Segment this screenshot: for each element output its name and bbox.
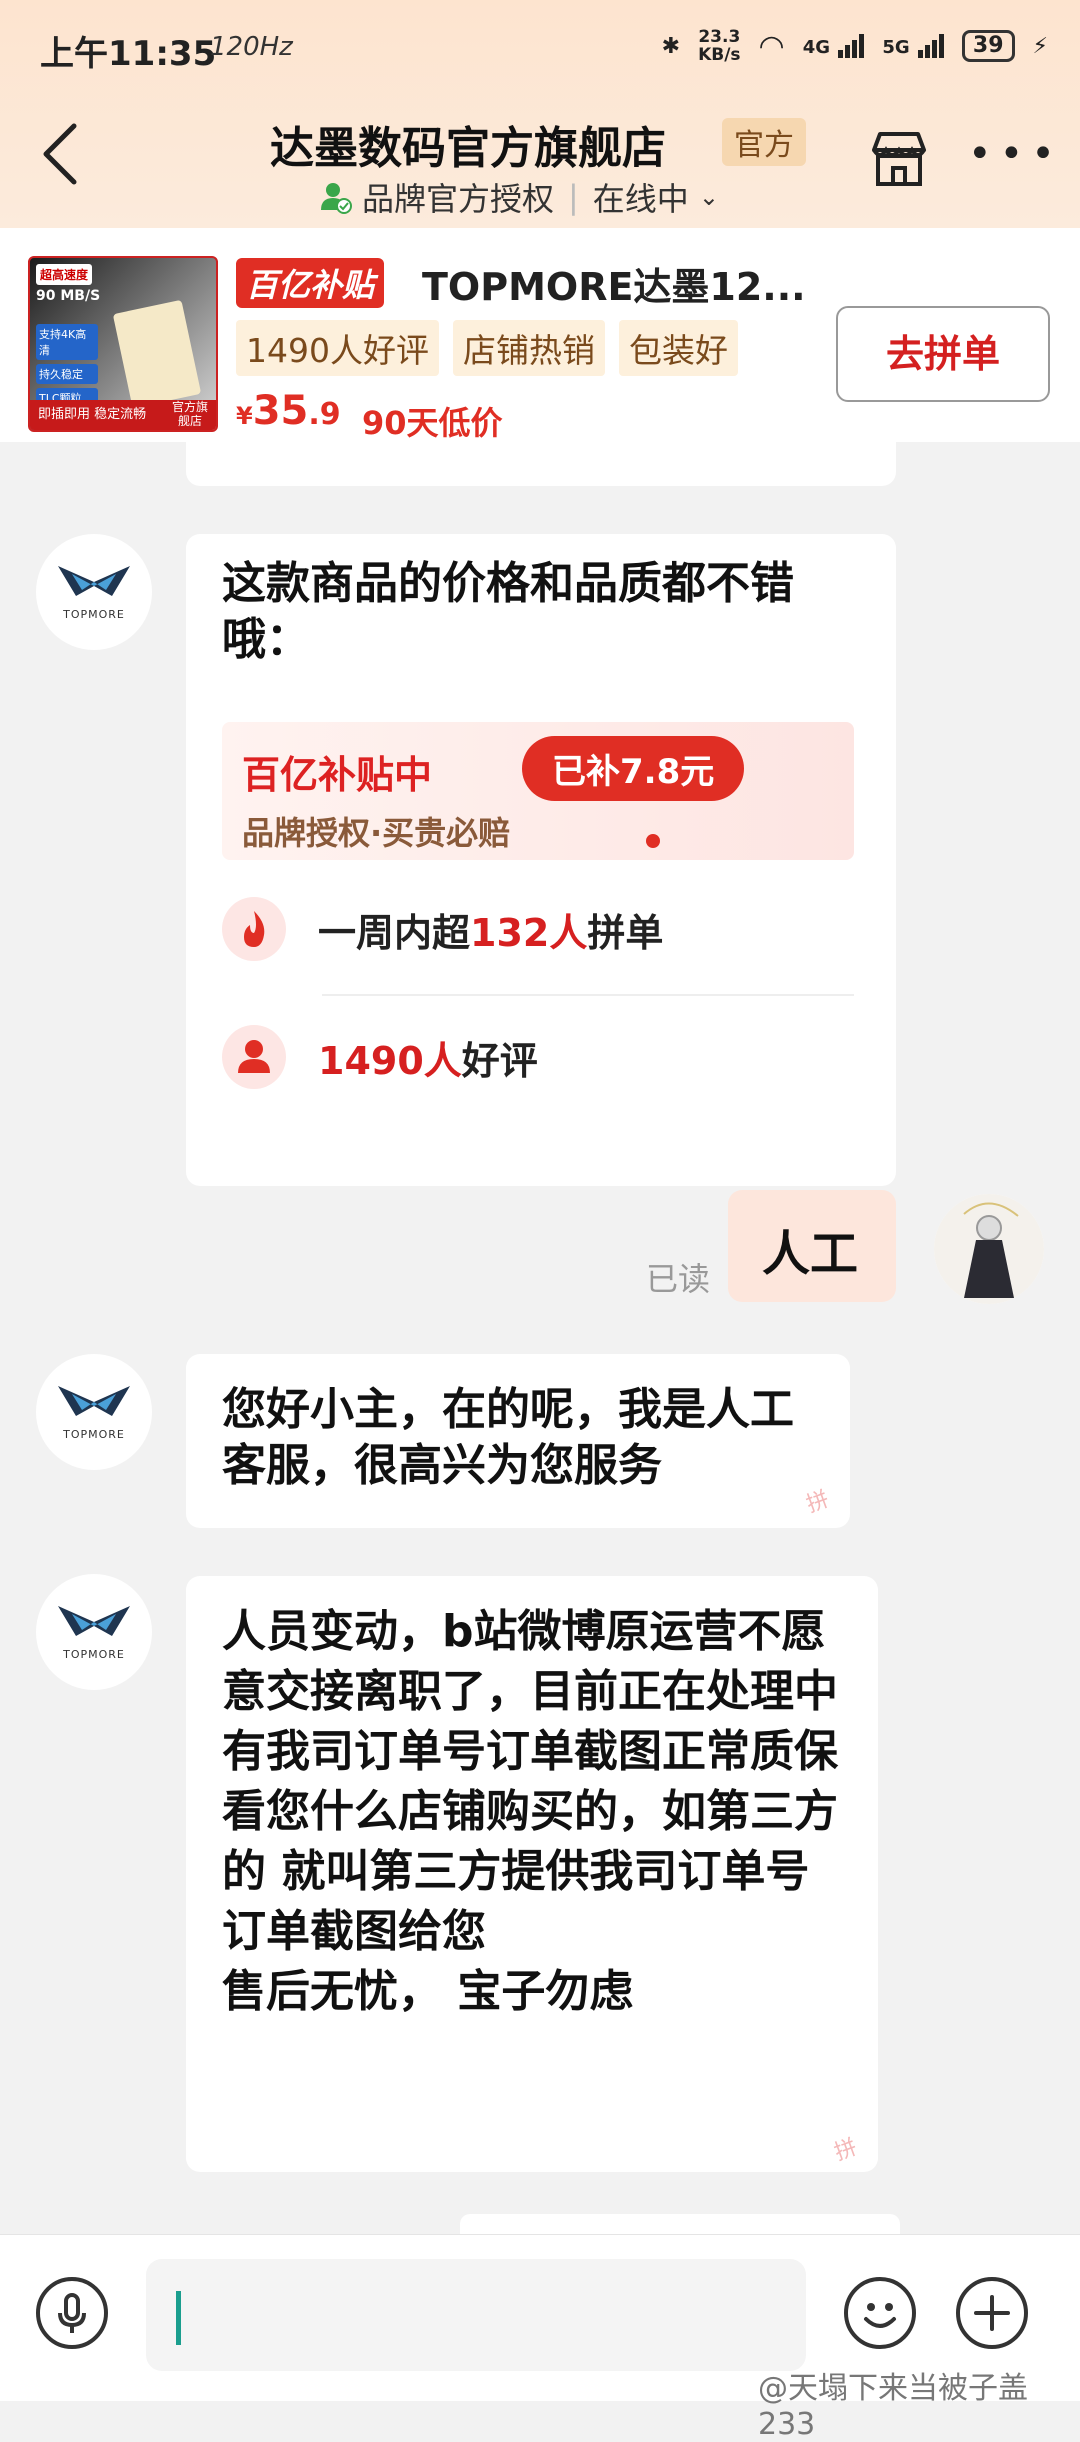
chat-area[interactable]: TOPMORE 这款商品的价格和品质都不错哦： 百亿补贴中 品牌授权·买贵必赔 …: [0, 442, 1080, 2234]
more-options-icon[interactable]: •••: [968, 134, 1063, 174]
my-avatar[interactable]: [934, 1194, 1044, 1304]
plus-icon[interactable]: [956, 2277, 1028, 2349]
signal-5g: 5G: [882, 34, 944, 58]
bubble-watermark: 拼: [831, 2134, 861, 2166]
product-price: ¥35.9: [236, 388, 341, 434]
weekly-group-stat: 一周内超132人拼单: [222, 884, 854, 974]
previous-message-fragment: [186, 442, 896, 486]
message-input[interactable]: [146, 2259, 806, 2371]
shop-avatar[interactable]: TOPMORE: [36, 534, 152, 650]
topmore-logo-icon: [58, 1606, 130, 1636]
review-stat: 1490人好评: [222, 1012, 854, 1102]
weibo-watermark: @天塌下来当被子盖233: [758, 2371, 1028, 2442]
battery-indicator: 39: [961, 30, 1015, 62]
product-thumbnail[interactable]: 超高速度 90 MB/S 支持4K高清 持久稳定 TLC颗粒 即插即用 稳定流畅…: [28, 256, 218, 432]
shop-avatar[interactable]: TOPMORE: [36, 1574, 152, 1690]
flame-icon: [222, 897, 286, 961]
promo-title: 百亿补贴中: [242, 753, 433, 797]
back-arrow-icon[interactable]: [30, 114, 90, 194]
separator: |: [568, 178, 579, 216]
chevron-down-icon[interactable]: ⌄: [699, 183, 719, 211]
subsidy-banner[interactable]: 百亿补贴中 品牌授权·买贵必赔 已补7.8元: [222, 722, 854, 860]
product-card[interactable]: 超高速度 90 MB/S 支持4K高清 持久稳定 TLC颗粒 即插即用 稳定流畅…: [0, 228, 1080, 442]
signal-4g: 4G: [803, 34, 865, 58]
my-message-bubble: 人工: [728, 1190, 896, 1302]
thumb-corner-label: 官方旗舰店: [171, 400, 208, 428]
message-bubble-explanation: 人员变动，b站微博原运营不愿意交接离职了，目前正在处理中 有我司订单号订单截图正…: [186, 1576, 878, 2172]
text-caret: [176, 2291, 181, 2345]
status-bar: 上午11:35 120Hz ✱ 23.3 KB/s ◠ 4G 5G 39 ⚡: [0, 0, 1080, 96]
header: 上午11:35 120Hz ✱ 23.3 KB/s ◠ 4G 5G 39 ⚡ 达…: [0, 0, 1080, 228]
subsidy-amount-pill: 已补7.8元: [522, 736, 745, 801]
wifi-icon: ◠: [758, 28, 785, 64]
topmore-logo-icon: [58, 566, 130, 596]
read-receipt: 已读: [646, 1260, 711, 1298]
nav-bar: 达墨数码官方旗舰店 官方 品牌官方授权 | 在线中 ⌄ •••: [0, 96, 1080, 228]
product-tags: 1490人好评 店铺热销 包装好: [236, 320, 738, 376]
refresh-rate: 120Hz: [210, 32, 293, 62]
official-badge: 官方: [722, 118, 806, 166]
shop-title[interactable]: 达墨数码官方旗舰店: [270, 112, 666, 176]
tag-reviews: 1490人好评: [236, 320, 439, 376]
thumb-speed-tag: 超高速度: [36, 264, 93, 285]
store-icon[interactable]: [866, 126, 932, 192]
group-buy-button[interactable]: 去拼单: [836, 306, 1050, 402]
thumb-features: 支持4K高清 持久稳定 TLC颗粒: [36, 324, 98, 412]
my-message-text: 人工: [762, 1226, 859, 1282]
product-name[interactable]: TOPMORE达墨12...: [422, 256, 806, 311]
shop-avatar[interactable]: TOPMORE: [36, 1354, 152, 1470]
message-text: 这款商品的价格和品质都不错哦：: [222, 558, 794, 665]
pill-pointer-dot: [646, 834, 660, 848]
status-time: 上午11:35: [40, 34, 217, 74]
next-message-fragment: [460, 2214, 900, 2234]
shop-subline: 品牌官方授权 | 在线中 ⌄: [318, 174, 719, 220]
message-text: 人员变动，b站微博原运营不愿意交接离职了，目前正在处理中 有我司订单号订单截图正…: [222, 1606, 838, 2017]
thumb-speed: 90 MB/S: [36, 288, 101, 304]
tag-hot: 店铺热销: [452, 320, 605, 376]
network-speed: 23.3 KB/s: [698, 27, 741, 65]
online-status[interactable]: 在线中: [593, 174, 689, 220]
divider: [322, 994, 854, 996]
topmore-logo-icon: [58, 1386, 130, 1416]
anime-avatar-icon: [934, 1194, 1044, 1304]
input-bar: @天塌下来当被子盖233: [0, 2234, 1080, 2442]
user-icon: [222, 1025, 286, 1089]
promo-subtitle: 品牌授权·买贵必赔: [242, 814, 511, 852]
brand-auth-label: 品牌官方授权: [362, 180, 555, 218]
microphone-icon[interactable]: [36, 2277, 108, 2349]
message-bubble-product-promo: 这款商品的价格和品质都不错哦： 百亿补贴中 品牌授权·买贵必赔 已补7.8元 一…: [186, 534, 896, 1186]
logo-text: TOPMORE: [63, 1648, 125, 1661]
status-icons: ✱ 23.3 KB/s ◠ 4G 5G 39 ⚡: [662, 28, 1048, 64]
logo-text: TOPMORE: [63, 1428, 125, 1441]
message-text: 您好小主，在的呢，我是人工客服，很高兴为您服务: [222, 1384, 794, 1491]
verified-user-icon: [321, 183, 352, 214]
bluetooth-icon: ✱: [661, 33, 681, 59]
sd-card-image: [112, 299, 202, 409]
logo-text: TOPMORE: [63, 608, 125, 621]
message-bubble-greeting: 您好小主，在的呢，我是人工客服，很高兴为您服务 拼: [186, 1354, 850, 1528]
low-price-label: 90天低价: [362, 404, 503, 442]
tag-packaging: 包装好: [618, 320, 738, 376]
bubble-watermark: 拼: [803, 1486, 833, 1518]
charging-icon: ⚡: [1032, 33, 1048, 59]
emoji-icon[interactable]: [844, 2277, 916, 2349]
subsidy-tag: 百亿补贴: [236, 258, 385, 308]
